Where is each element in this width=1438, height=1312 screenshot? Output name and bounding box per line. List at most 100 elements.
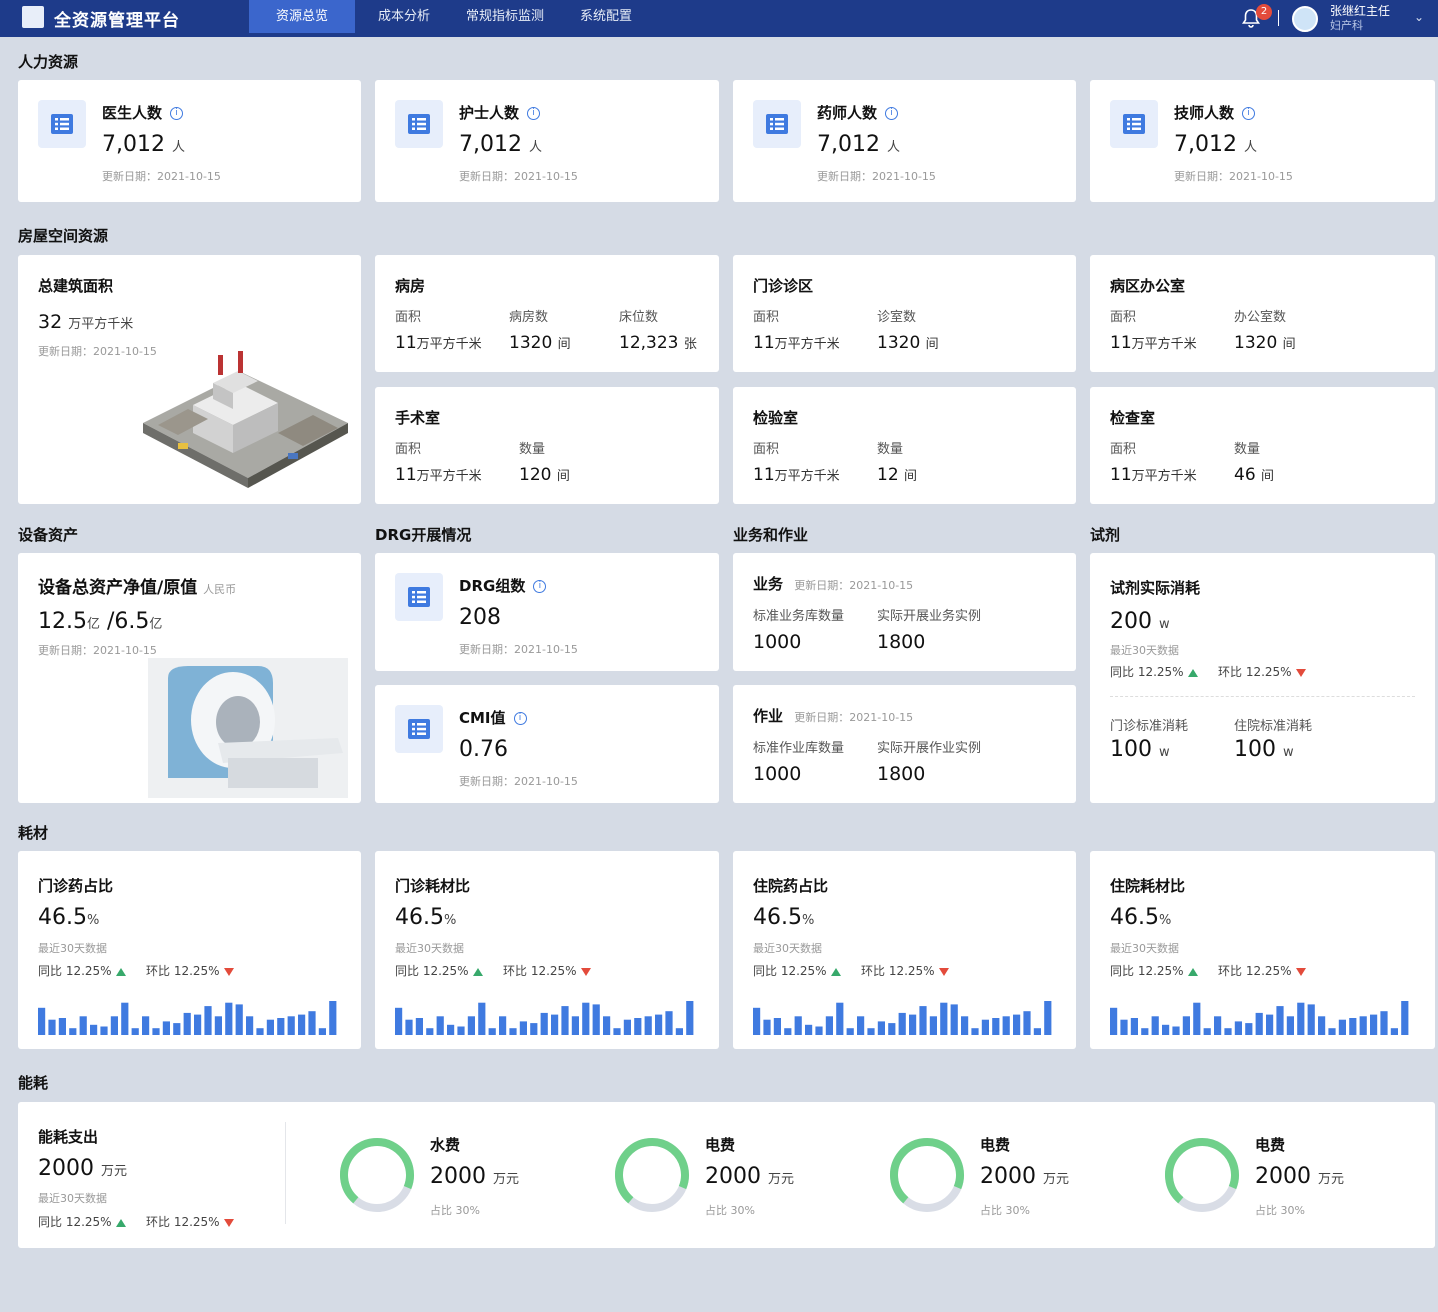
consumable-value: 46.5% — [395, 905, 457, 930]
bar-1 — [1120, 1019, 1128, 1035]
consumable-card-0: 门诊药占比 46.5% 最近30天数据 同比 12.25% 环比 12.25% — [18, 851, 361, 1049]
arrow-up-icon — [115, 1218, 126, 1227]
update-date: 更新日期：2021-10-15 — [38, 644, 157, 657]
bar-15 — [551, 1014, 559, 1035]
bar-16 — [1276, 1006, 1284, 1035]
bar-18 — [225, 1002, 233, 1035]
room-field-value: 11万平方千米 — [1110, 465, 1197, 485]
bar-6 — [100, 1026, 108, 1035]
hr-card-1-title: 护士人数 i — [459, 102, 541, 123]
room-title: 检验室 — [753, 409, 799, 427]
bar-7 — [825, 1016, 833, 1035]
bar-9 — [488, 1028, 496, 1035]
user-department: 妇产科 — [1330, 19, 1363, 32]
energy-item-value: 2000 万元 — [1255, 1164, 1345, 1189]
chevron-down-icon[interactable]: ⌄ — [1414, 10, 1424, 24]
room-field-value: 12 间 — [877, 465, 918, 485]
nav-tab-cost[interactable]: 成本分析 — [362, 0, 446, 33]
energy-item-share: 占比 30% — [980, 1204, 1030, 1217]
consumable-card-1: 门诊耗材比 46.5% 最近30天数据 同比 12.25% 环比 12.25% — [375, 851, 719, 1049]
info-icon[interactable]: i — [513, 712, 527, 725]
bar-20 — [246, 1016, 254, 1035]
room-field-label: 面积 — [395, 310, 422, 325]
room-field-label: 床位数 — [619, 310, 659, 325]
info-icon[interactable]: i — [1242, 107, 1256, 120]
arrow-up-icon — [1187, 668, 1198, 677]
energy-item-value: 2000 万元 — [980, 1164, 1070, 1189]
bar-26 — [1023, 1011, 1031, 1035]
bar-27 — [1033, 1028, 1041, 1035]
info-icon[interactable]: i — [170, 107, 184, 120]
bar-19 — [950, 1004, 958, 1035]
building-illustration — [143, 351, 348, 488]
bar-13 — [1245, 1023, 1253, 1035]
hr-card-3-title: 技师人数 i — [1174, 102, 1256, 123]
bar-2 — [415, 1018, 423, 1035]
nav-tab-settings[interactable]: 系统配置 — [566, 0, 646, 33]
bar-1 — [48, 1019, 56, 1035]
bar-14 — [540, 1012, 548, 1035]
business-label-1: 标准作业库数量 — [753, 741, 845, 756]
bar-11 — [867, 1028, 875, 1035]
reagent-yoy: 同比 12.25% — [1110, 663, 1198, 680]
consumable-bar-chart — [753, 1001, 1052, 1035]
section-title-space: 房屋空间资源 — [18, 227, 109, 245]
bar-15 — [194, 1014, 202, 1035]
bar-12 — [877, 1021, 885, 1035]
info-icon[interactable]: i — [885, 107, 899, 120]
bar-13 — [888, 1023, 896, 1035]
nav-tab-monitor[interactable]: 常规指标监测 — [453, 0, 557, 33]
energy-item-value: 2000 万元 — [430, 1164, 520, 1189]
bar-4 — [436, 1016, 444, 1035]
bar-14 — [183, 1012, 191, 1035]
update-date: 更新日期：2021-10-15 — [1174, 170, 1293, 183]
drg-groups-card-value: 208 — [459, 605, 501, 630]
list-icon — [753, 100, 801, 148]
bar-0 — [753, 1007, 761, 1035]
bar-21 — [613, 1028, 621, 1035]
bar-2 — [773, 1018, 781, 1035]
bar-8 — [121, 1002, 129, 1035]
bar-28 — [329, 1001, 337, 1035]
arrow-down-icon — [223, 967, 234, 976]
room-field-value: 120 间 — [519, 465, 570, 485]
update-date: 更新日期：2021-10-15 — [459, 775, 578, 788]
bar-27 — [318, 1028, 326, 1035]
room-field-label: 数量 — [877, 442, 904, 457]
room-field-value: 1320 间 — [877, 333, 939, 353]
room-card-3: 手术室 面积 11万平方千米 数量 120 间 — [375, 387, 719, 504]
energy-item-share: 占比 30% — [705, 1204, 755, 1217]
bar-4 — [1151, 1016, 1159, 1035]
cmi-card: CMI值 i 0.76 更新日期：2021-10-15 — [375, 685, 719, 803]
room-field-value: 11万平方千米 — [1110, 333, 1197, 353]
info-icon[interactable]: i — [533, 580, 547, 593]
user-avatar[interactable] — [1292, 6, 1318, 32]
drg-groups-card-title: DRG组数 i — [459, 575, 547, 596]
room-card-5: 检查室 面积 11万平方千米 数量 46 间 — [1090, 387, 1435, 504]
bar-7 — [467, 1016, 475, 1035]
app-logo — [22, 6, 44, 28]
consumable-value: 46.5% — [38, 905, 100, 930]
section-title-consumable: 耗材 — [18, 824, 49, 842]
nav-tab-overview[interactable]: 资源总览 — [249, 0, 355, 33]
section-title-drg: DRG开展情况 — [375, 526, 472, 544]
energy-note: 最近30天数据 — [38, 1192, 107, 1205]
business-title: 作业 更新日期：2021-10-15 — [753, 707, 914, 725]
bar-21 — [256, 1028, 264, 1035]
update-date: 更新日期：2021-10-15 — [102, 170, 221, 183]
cmi-card-title: CMI值 i — [459, 707, 527, 728]
bar-28 — [1401, 1001, 1409, 1035]
room-field-value: 11万平方千米 — [395, 465, 482, 485]
bar-10 — [142, 1016, 150, 1035]
bar-18 — [940, 1002, 948, 1035]
section-title-equipment: 设备资产 — [18, 526, 79, 544]
consumable-card-2: 住院药占比 46.5% 最近30天数据 同比 12.25% 环比 12.25% — [733, 851, 1076, 1049]
bar-25 — [298, 1014, 306, 1035]
bar-2 — [1130, 1018, 1138, 1035]
business-title: 业务 更新日期：2021-10-15 — [753, 575, 914, 593]
business-label-2: 实际开展作业实例 — [877, 741, 982, 756]
room-card-1: 门诊诊区 面积 11万平方千米 诊室数 1320 间 — [733, 255, 1076, 372]
info-icon[interactable]: i — [527, 107, 541, 120]
energy-card: 能耗支出 2000 万元 最近30天数据 同比 12.25% 环比 12.25%… — [18, 1102, 1435, 1248]
list-icon — [395, 100, 443, 148]
